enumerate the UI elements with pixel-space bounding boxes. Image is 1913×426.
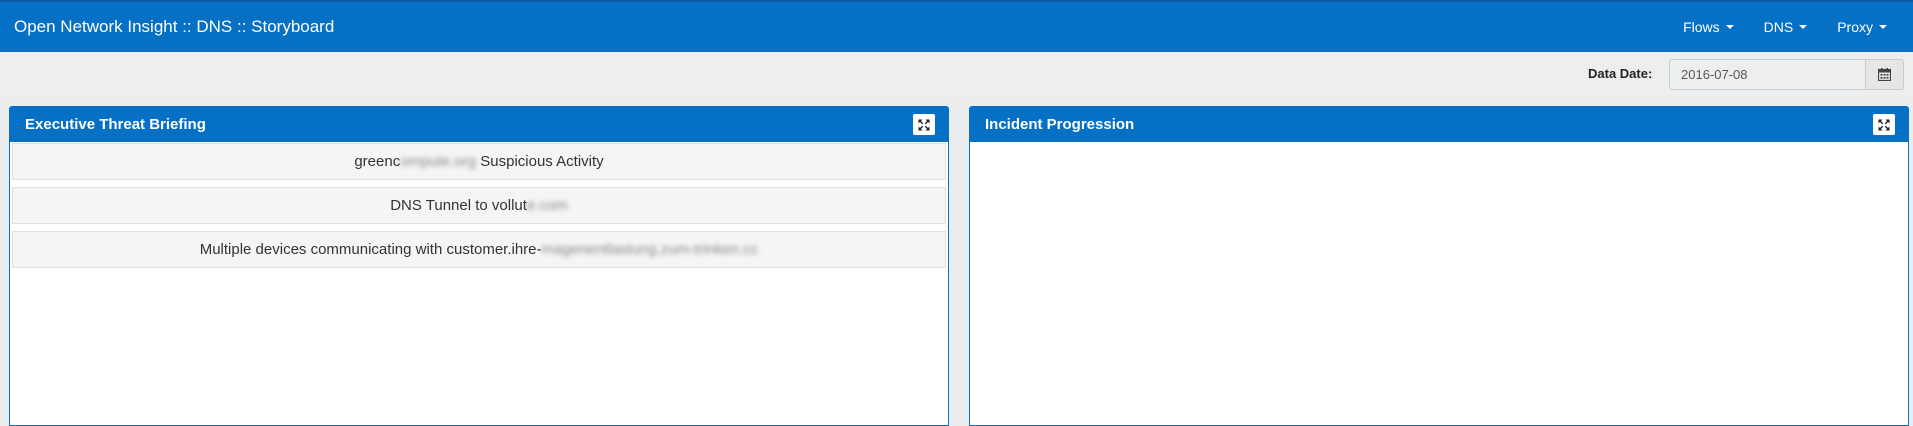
caret-down-icon: [1725, 25, 1734, 29]
expand-icon: [918, 119, 930, 130]
threat-list: greencompute.org Suspicious Activity DNS…: [10, 142, 948, 268]
expand-icon: [1878, 119, 1890, 130]
nav-item-proxy[interactable]: Proxy: [1807, 19, 1887, 35]
threat-text-visible: greenc: [354, 153, 401, 170]
date-toolbar: Data Date:: [0, 52, 1913, 95]
nav-item-label: DNS: [1763, 19, 1794, 35]
threat-text-redacted: magenentlastung.zum-trinken.cc: [541, 241, 759, 258]
nav-item-dns[interactable]: DNS: [1734, 19, 1808, 35]
expand-button[interactable]: [913, 114, 935, 135]
threat-list-item[interactable]: Multiple devices communicating with cust…: [12, 231, 946, 268]
threat-text-visible: Suspicious Activity: [476, 153, 604, 170]
caret-down-icon: [1799, 25, 1808, 29]
nav-menu: Flows DNS Proxy: [1653, 19, 1887, 35]
calendar-button[interactable]: [1865, 59, 1904, 90]
expand-button[interactable]: [1873, 114, 1895, 135]
threat-text-redacted: ompute.org: [400, 153, 477, 170]
panel-header: Incident Progression: [970, 107, 1908, 142]
date-input[interactable]: [1669, 59, 1866, 90]
app-title[interactable]: Open Network Insight :: DNS :: Storyboar…: [14, 17, 334, 37]
threat-list-item[interactable]: DNS Tunnel to vollute.com: [12, 187, 946, 224]
nav-item-label: Flows: [1683, 19, 1720, 35]
threat-text-visible: Multiple devices communicating with cust…: [199, 241, 542, 258]
threat-list-item[interactable]: greencompute.org Suspicious Activity: [12, 143, 946, 180]
nav-item-flows[interactable]: Flows: [1653, 19, 1734, 35]
threat-text-visible: DNS Tunnel to vollut: [390, 197, 527, 214]
panel-header: Executive Threat Briefing: [10, 107, 948, 142]
calendar-icon: [1878, 68, 1891, 81]
threat-text-redacted: e.com: [526, 197, 568, 214]
panel-title: Executive Threat Briefing: [25, 116, 206, 133]
panel-title: Incident Progression: [985, 116, 1135, 133]
nav-item-label: Proxy: [1837, 19, 1873, 35]
caret-down-icon: [1879, 25, 1887, 29]
date-label: Data Date:: [1588, 66, 1653, 81]
executive-threat-briefing-panel: Executive Threat Briefing greencompute.o…: [9, 106, 949, 426]
top-navbar: Open Network Insight :: DNS :: Storyboar…: [0, 0, 1913, 52]
incident-progression-panel: Incident Progression: [969, 106, 1909, 426]
